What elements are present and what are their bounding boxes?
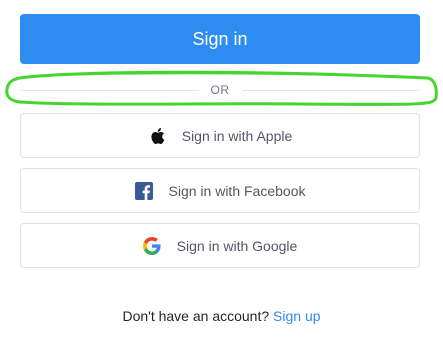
signup-prompt-text: Don't have an account? (122, 308, 270, 324)
signin-with-apple-button[interactable]: Sign in with Apple (20, 113, 420, 158)
signin-panel: Sign in OR Sign in with Apple Sign in wi… (0, 0, 443, 352)
or-divider-text: OR (210, 83, 230, 97)
facebook-icon (134, 181, 153, 200)
facebook-button-label: Sign in with Facebook (168, 182, 306, 199)
apple-icon (148, 127, 166, 145)
google-icon (142, 236, 161, 255)
or-divider: OR (20, 80, 420, 100)
divider-line-right (241, 89, 420, 91)
signin-with-google-button[interactable]: Sign in with Google (20, 223, 420, 268)
divider-line-left (20, 89, 199, 91)
signin-with-facebook-button[interactable]: Sign in with Facebook (20, 168, 420, 213)
apple-button-label: Sign in with Apple (181, 127, 293, 144)
signin-button[interactable]: Sign in (20, 14, 420, 64)
signin-button-label: Sign in (192, 28, 248, 49)
google-button-label: Sign in with Google (176, 237, 298, 254)
signup-link[interactable]: Sign up (273, 308, 320, 324)
signup-prompt: Don't have an account? Sign up (0, 308, 443, 324)
